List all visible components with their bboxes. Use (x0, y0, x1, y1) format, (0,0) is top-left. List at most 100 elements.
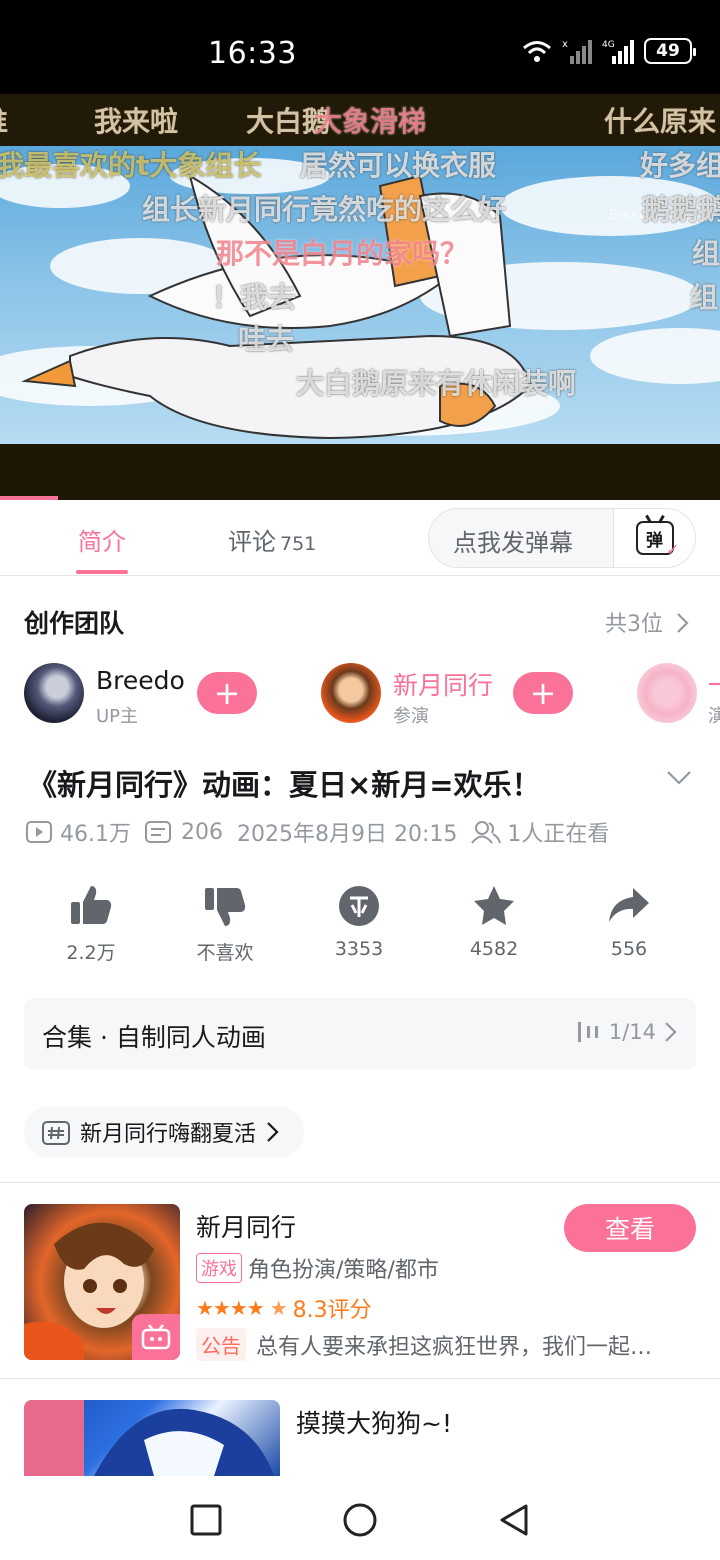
danmaku-item: 什么原来 (604, 105, 717, 138)
game-notice[interactable]: 公告 总有人要来承担这疯狂世界，我们一起… (196, 1328, 696, 1361)
related-video-title[interactable]: 摸摸大狗狗~! (296, 1404, 452, 1440)
collection-bar[interactable]: 合集 · 自制同人动画 1/14 (24, 998, 696, 1070)
team-count-link[interactable]: 共3位 (605, 606, 690, 638)
thumbs-down-icon (205, 888, 246, 926)
share-icon (609, 888, 649, 922)
chevron-right-icon (267, 1122, 279, 1142)
video-title: 《新月同行》动画：夏日×新月=欢乐！ (28, 768, 541, 802)
watching-count: 1人正在看 (507, 822, 610, 847)
danmaku-item: 好多组 (640, 149, 720, 182)
home-icon[interactable] (338, 1498, 382, 1542)
favorite-button[interactable]: 4582 (439, 884, 549, 960)
danmaku-count: 206 (181, 819, 223, 845)
topic-label: 新月同行嗨翻夏活 (80, 1122, 257, 1147)
chevron-down-icon[interactable] (666, 770, 692, 786)
follow-button[interactable]: + (197, 672, 257, 714)
view-game-button[interactable]: 查看 (564, 1204, 696, 1252)
status-time: 16:33 (208, 36, 297, 71)
game-tags: 游戏 角色扮演/策略/都市 (196, 1252, 439, 1284)
dislike-button[interactable]: 不喜欢 (170, 884, 280, 965)
danmaku-stat: 206 (145, 820, 223, 845)
dislike-label: 不喜欢 (196, 942, 254, 964)
game-rating: ★★★★ ★ 8.3评分 (196, 1292, 372, 1324)
danmaku-item: 组 (690, 281, 719, 314)
rating-stars-icon: ★★★★ (196, 1296, 265, 1320)
collection-position: 1/14 (608, 1020, 656, 1044)
publish-date: 2025年8月9日 20:15 (237, 822, 458, 847)
battery-level: 49 (656, 41, 680, 61)
watching-stat: 1人正在看 (471, 816, 609, 848)
views-stat: 46.1万 (26, 816, 131, 848)
star-icon (474, 886, 514, 925)
tab-comments[interactable]: 评论 751 (228, 522, 316, 557)
danmaku-count-icon (145, 821, 171, 843)
danmaku-item: ！我去 (212, 281, 297, 314)
topic-hashtag-icon (42, 1121, 70, 1145)
like-button[interactable]: 2.2万 (36, 884, 146, 965)
collection-progress: 1/14 (577, 1020, 678, 1044)
signal-off-icon: x (562, 39, 592, 64)
section-divider (0, 1378, 720, 1379)
member-name[interactable]: Breedo (96, 666, 185, 695)
detail-tabs: 简介 评论 751 点我发弹幕 弹 ✓ (0, 500, 720, 576)
danmaku-toggle-button[interactable]: 弹 ✓ (613, 509, 695, 567)
avatar[interactable] (321, 663, 381, 723)
danmaku-item: 组长新月同行竟然吃的这么好 (142, 193, 507, 226)
notice-text: 总有人要来承担这疯狂世界，我们一起… (256, 1334, 653, 1360)
team-title: 创作团队 (24, 609, 125, 638)
avatar[interactable] (637, 663, 697, 723)
coin-count: 3353 (334, 938, 384, 960)
status-bar: 16:33 x 4G 49 (0, 0, 720, 94)
game-genres: 角色扮演/策略/都市 (248, 1258, 439, 1283)
thumbs-up-icon (71, 886, 112, 924)
tab-active-indicator (76, 570, 128, 574)
avatar[interactable] (24, 663, 84, 723)
video-player[interactable]: Breedo · bilibili 谁 我来啦 大白鹅 大象滑梯 什么原来 我最… (0, 94, 720, 500)
related-video-art (24, 1400, 274, 1476)
share-count: 556 (610, 938, 648, 960)
game-name[interactable]: 新月同行 (196, 1208, 296, 1244)
danmaku-item: 大白鹅原来有休闲装啊 (296, 367, 577, 400)
status-icons: x 4G 49 (522, 38, 696, 64)
member-role: 演 (708, 706, 720, 727)
danmaku-icon-label: 弹 (646, 530, 663, 551)
danmaku-item: 谁 (0, 100, 8, 140)
member-name[interactable]: 一 (708, 666, 720, 702)
video-meta: 46.1万 206 2025年8月9日 20:15 1人正在看 (26, 816, 623, 848)
follow-button[interactable]: + (513, 672, 573, 714)
tab-intro[interactable]: 简介 (78, 522, 126, 557)
danmaku-item: 大象滑梯 (314, 105, 427, 138)
danmaku-item: 我来啦 (94, 105, 179, 138)
danmaku-placeholder: 点我发弹幕 (453, 529, 573, 557)
network-label: 4G (602, 40, 615, 50)
rating-value: 8.3评分 (292, 1298, 372, 1323)
recents-icon[interactable] (184, 1498, 228, 1542)
back-icon[interactable] (492, 1498, 536, 1542)
play-count-icon (26, 821, 52, 843)
chevron-right-icon (677, 613, 689, 633)
danmaku-item: 哇去 (238, 323, 295, 356)
video-letterbox-bottom (0, 444, 720, 500)
bilibili-tv-icon (132, 1314, 180, 1360)
notice-tag: 公告 (196, 1328, 246, 1361)
share-button[interactable]: 556 (574, 884, 684, 960)
topic-tag[interactable]: 新月同行嗨翻夏活 (24, 1106, 305, 1158)
system-nav-bar (0, 1476, 720, 1560)
screen: { "status_bar": { "time": "16:33", "batt… (0, 0, 720, 1560)
danmaku-item: 鹅鹅鹅 (642, 193, 720, 226)
related-video-thumbnail[interactable] (24, 1400, 280, 1476)
section-divider (0, 1182, 720, 1183)
coin-icon (339, 886, 379, 926)
battery-icon: 49 (644, 38, 696, 64)
wifi-icon (523, 41, 551, 62)
member-role: UP主 (96, 706, 139, 727)
danmaku-item: 组 (692, 237, 720, 270)
game-thumbnail[interactable] (24, 1204, 180, 1360)
danmaku-input[interactable]: 点我发弹幕 弹 ✓ (428, 508, 696, 568)
favorite-count: 4582 (469, 938, 519, 960)
check-icon: ✓ (666, 540, 680, 559)
member-role: 参演 (393, 706, 429, 727)
coin-button[interactable]: 3353 (304, 884, 414, 960)
danmaku-icon: 弹 ✓ (635, 521, 680, 559)
member-name[interactable]: 新月同行 (393, 666, 493, 702)
